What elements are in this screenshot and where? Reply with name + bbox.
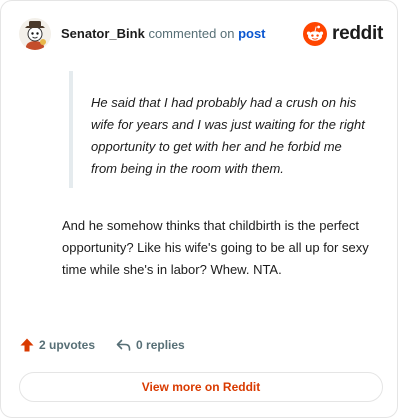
comment-body: And he somehow thinks that childbirth is… (62, 218, 369, 277)
comment-embed-card: Senator_Bink commented on post reddit He… (0, 0, 398, 418)
upvotes-stat[interactable]: 2 upvotes (19, 337, 95, 353)
reddit-snoo-icon (303, 22, 328, 46)
comment-header: Senator_Bink commented on post reddit (19, 17, 383, 51)
reddit-wordmark: reddit (332, 23, 383, 44)
view-more-button[interactable]: View more on Reddit (19, 372, 383, 402)
upvotes-label: 2 upvotes (39, 338, 96, 352)
username[interactable]: Senator_Bink (61, 26, 145, 41)
upvote-arrow-icon (20, 338, 34, 352)
post-link[interactable]: post (238, 26, 265, 41)
replies-stat[interactable]: 0 replies (115, 337, 185, 353)
action-text: commented on (148, 26, 235, 41)
quoted-text: He said that I had probably had a crush … (69, 71, 369, 188)
replies-label: 0 replies (136, 338, 185, 352)
avatar[interactable] (19, 18, 51, 50)
byline: Senator_Bink commented on post (61, 26, 266, 42)
avatar-icon (19, 18, 51, 50)
reddit-logo[interactable]: reddit (303, 22, 383, 46)
comment-stats: 2 upvotes 0 replies (19, 337, 185, 353)
reply-icon (116, 339, 131, 351)
